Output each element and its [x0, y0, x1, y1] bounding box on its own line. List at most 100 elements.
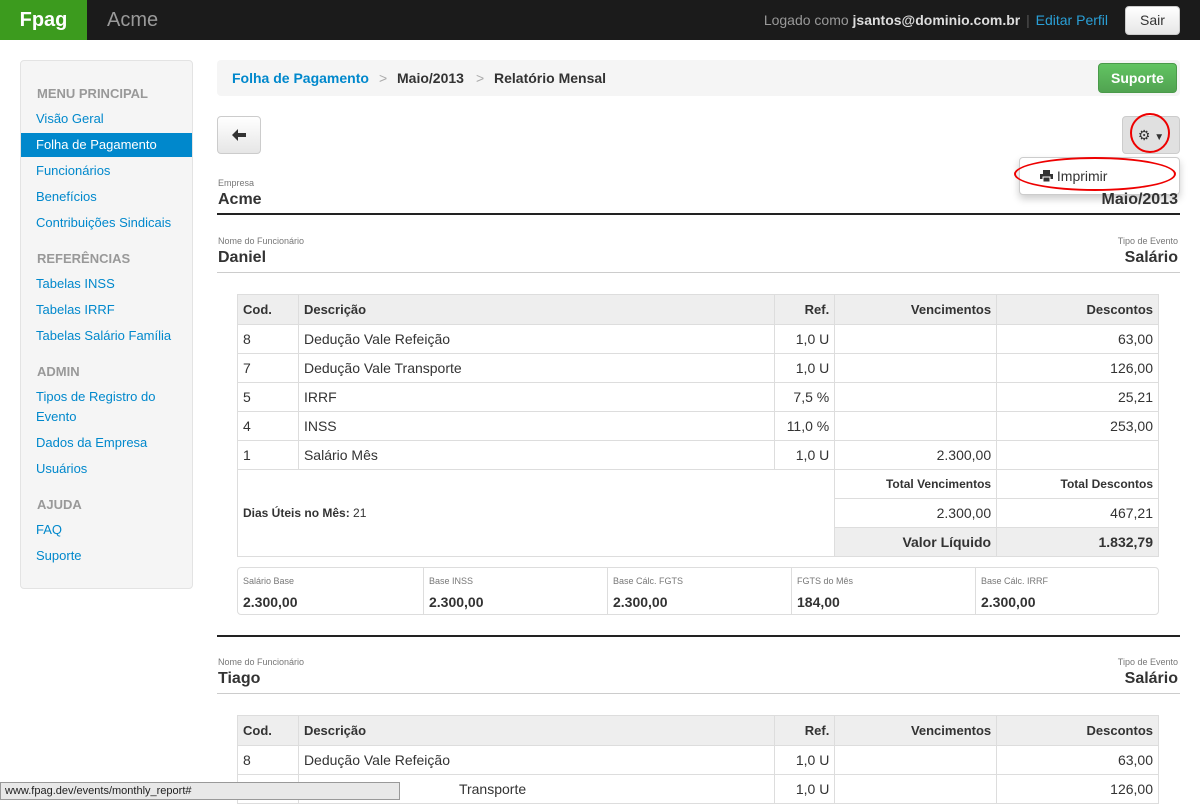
total-vencimentos-label: Total Vencimentos — [834, 469, 998, 499]
nav-tabelas-inss[interactable]: Tabelas INSS — [21, 275, 192, 293]
dias-uteis-label: Dias Úteis no Mês: — [243, 506, 350, 520]
edit-profile-link[interactable]: Editar Perfil — [1036, 12, 1108, 28]
col-ref: Ref. — [774, 715, 836, 746]
nav-tipos-registro-cont[interactable]: Evento — [21, 408, 192, 426]
breadcrumb-root[interactable]: Folha de Pagamento — [232, 60, 369, 96]
company-label: Empresa — [218, 178, 255, 188]
back-button[interactable] — [217, 116, 261, 154]
table-row: 1 Salário Mês 1,0 U 2.300,00 — [237, 440, 1159, 470]
total-descontos: 467,21 — [996, 498, 1159, 528]
nav-tabelas-salario-familia[interactable]: Tabelas Salário Família — [21, 327, 192, 345]
cell-descontos: 25,21 — [996, 382, 1159, 412]
cell-ref: 1,0 U — [774, 353, 836, 383]
divider — [217, 272, 1180, 273]
section-divider — [217, 635, 1180, 637]
cell-descontos: 126,00 — [996, 353, 1159, 383]
col-cod: Cod. — [237, 294, 299, 325]
employee-name-label: Nome do Funcionário — [218, 236, 305, 246]
nav-contribuicoes[interactable]: Contribuições Sindicais — [21, 214, 192, 232]
base-label: Base INSS — [429, 576, 474, 586]
cell-descricao: Salário Mês — [297, 440, 776, 470]
nav-funcionarios[interactable]: Funcionários — [21, 162, 192, 180]
nav-dados-empresa[interactable]: Dados da Empresa — [21, 434, 192, 452]
cell-ref: 11,0 % — [774, 411, 836, 441]
cell-descontos: 63,00 — [996, 324, 1159, 354]
browser-status-bar: www.fpag.dev/events/monthly_report# — [0, 782, 400, 800]
total-vencimentos: 2.300,00 — [834, 498, 998, 528]
col-ref: Ref. — [774, 294, 836, 325]
cell-ref: 1,0 U — [774, 745, 836, 775]
base-item: Salário Base 2.300,00 — [238, 568, 423, 614]
nav-suporte[interactable]: Suporte — [21, 547, 192, 565]
company-name: Acme — [107, 9, 159, 31]
breadcrumb-current: Relatório Mensal — [494, 70, 607, 86]
period-value: Maio/2013 — [1101, 191, 1178, 208]
cell-cod: 4 — [237, 411, 299, 441]
dias-uteis: Dias Úteis no Mês: 21 — [236, 469, 836, 557]
cell-cod: 8 — [237, 324, 299, 354]
nav-folha-pagamento[interactable]: Folha de Pagamento — [21, 133, 192, 157]
divider — [217, 213, 1180, 215]
brand-logo[interactable]: Fpag — [0, 0, 87, 40]
event-type-label: Tipo de Evento — [1117, 236, 1178, 246]
arrow-left-icon — [232, 129, 246, 142]
totals-label-row: Dias Úteis no Mês: 21 Total Vencimentos … — [236, 469, 1159, 557]
table-row: 4 INSS 11,0 % 253,00 — [237, 411, 1159, 441]
cell-descontos — [996, 440, 1159, 470]
cell-descontos: 253,00 — [996, 411, 1159, 441]
separator: | — [1026, 12, 1030, 28]
base-value: 2.300,00 — [243, 594, 298, 610]
col-descricao: Descrição — [297, 294, 776, 325]
employee-name: Daniel — [218, 249, 267, 266]
employee-name-label: Nome do Funcionário — [218, 657, 305, 667]
cell-descontos: 126,00 — [996, 774, 1159, 804]
table-row: 5 IRRF 7,5 % 25,21 — [237, 382, 1159, 412]
top-navbar: Fpag Acme Logado como jsantos@dominio.co… — [0, 0, 1200, 40]
cell-cod: 7 — [237, 353, 299, 383]
nav-tipos-registro[interactable]: Tipos de Registro do — [21, 388, 192, 406]
table-row: 8 Dedução Vale Refeição 1,0 U 63,00 — [237, 324, 1159, 354]
cell-vencimentos — [834, 324, 998, 354]
table-row: 7 Dedução Vale Transporte 1,0 U 126,00 — [237, 353, 1159, 383]
nav-header-main: MENU PRINCIPAL — [37, 86, 148, 101]
highlight-circle — [1130, 113, 1170, 153]
nav-faq[interactable]: FAQ — [21, 521, 192, 539]
cell-descricao: Dedução Vale Transporte — [297, 353, 776, 383]
total-descontos-label: Total Descontos — [996, 469, 1159, 499]
cell-vencimentos: 2.300,00 — [834, 440, 998, 470]
user-info: Logado como jsantos@dominio.com.br | Edi… — [764, 0, 1108, 40]
user-email: jsantos@dominio.com.br — [852, 12, 1021, 28]
col-descontos: Descontos — [996, 294, 1159, 325]
cell-descricao: Dedução Vale Refeição — [297, 745, 776, 775]
cell-ref: 7,5 % — [774, 382, 836, 412]
support-button[interactable]: Suporte — [1098, 63, 1177, 93]
nav-visao-geral[interactable]: Visão Geral — [21, 110, 192, 128]
cell-vencimentos — [834, 411, 998, 441]
sidebar: MENU PRINCIPAL Visão Geral Folha de Paga… — [20, 60, 193, 589]
base-label: Salário Base — [243, 576, 295, 586]
nav-header-ajuda: AJUDA — [37, 497, 82, 512]
logout-button[interactable]: Sair — [1125, 6, 1180, 35]
nav-usuarios[interactable]: Usuários — [21, 460, 192, 478]
cell-cod: 5 — [237, 382, 299, 412]
cell-vencimentos — [834, 774, 998, 804]
nav-beneficios[interactable]: Benefícios — [21, 188, 192, 206]
base-value: 2.300,00 — [613, 594, 668, 610]
nav-header-admin: ADMIN — [37, 364, 80, 379]
employee-name: Tiago — [218, 670, 261, 687]
cell-cod: 1 — [237, 440, 299, 470]
base-value: 184,00 — [797, 594, 840, 610]
breadcrumb: Folha de Pagamento > Maio/2013 > Relatór… — [217, 60, 1180, 96]
breadcrumb-sep: > — [379, 70, 388, 86]
dias-uteis-value: 21 — [353, 506, 367, 520]
nav-tabelas-irrf[interactable]: Tabelas IRRF — [21, 301, 192, 319]
cell-vencimentos — [834, 353, 998, 383]
divider — [217, 693, 1180, 694]
nav-header-referencias: REFERÊNCIAS — [37, 251, 131, 266]
cell-vencimentos — [834, 745, 998, 775]
base-value: 2.300,00 — [429, 594, 484, 610]
base-label: Base Cálc. IRRF — [981, 576, 1049, 586]
base-item: Base Cálc. IRRF 2.300,00 — [975, 568, 1158, 614]
valor-liquido-label: Valor Líquido — [834, 527, 998, 557]
table-header-row: Cod. Descrição Ref. Vencimentos Desconto… — [237, 715, 1159, 746]
